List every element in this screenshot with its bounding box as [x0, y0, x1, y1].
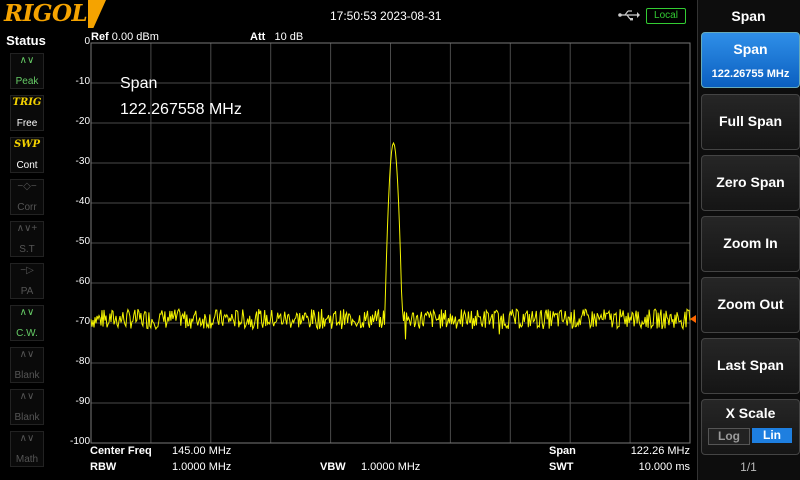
page-indicator: 1/1: [740, 460, 757, 474]
status-item-blank: ∧∨ Blank: [10, 347, 44, 383]
overlay-value: 122.267558 MHz: [120, 101, 242, 118]
y-tick-label: 0: [84, 36, 90, 47]
status-item-icon: −▷: [20, 265, 34, 276]
status-item-cw: ∧∨ C.W.: [10, 305, 44, 341]
zero-span-label: Zero Span: [716, 174, 785, 190]
vbw-label: VBW: [320, 461, 346, 473]
y-tick-label: -60: [75, 276, 90, 287]
status-item-label: Blank: [14, 370, 40, 381]
spectrum-plot[interactable]: [52, 30, 697, 480]
span-value: 122.26 MHz: [630, 445, 690, 457]
x-scale-lin-option[interactable]: Lin: [752, 428, 792, 443]
att-value: 10 dB: [274, 31, 304, 43]
y-tick-label: -70: [75, 316, 90, 327]
span-button[interactable]: Span 122.26755 MHz: [701, 32, 800, 88]
status-title: Status: [6, 33, 46, 48]
ref-label: Ref: [91, 31, 109, 43]
y-tick-label: -40: [75, 196, 90, 207]
zoom-in-button[interactable]: Zoom In: [701, 216, 800, 272]
span-button-label: Span: [733, 41, 768, 57]
zoom-out-button[interactable]: Zoom Out: [701, 277, 800, 333]
datetime: 17:50:53 2023-08-31: [330, 9, 442, 23]
status-item-icon: ∧∨: [19, 307, 35, 318]
status-item-icon: −◇−: [17, 181, 37, 192]
status-item-free: TRIG Free: [10, 95, 44, 131]
overlay-title: Span: [120, 75, 158, 92]
zoom-out-label: Zoom Out: [717, 296, 784, 312]
status-item-icon: TRIG: [12, 97, 42, 108]
status-item-icon: SWP: [14, 139, 40, 150]
status-item-icon: ∧∨: [19, 433, 35, 444]
y-tick-label: -30: [75, 156, 90, 167]
zero-span-button[interactable]: Zero Span: [701, 155, 800, 211]
status-item-blank: ∧∨ Blank: [10, 389, 44, 425]
trace-marker-icon: [690, 315, 696, 323]
status-item-label: Free: [16, 118, 38, 129]
x-scale-button[interactable]: X Scale Log Lin: [701, 399, 800, 455]
last-span-label: Last Span: [717, 357, 784, 373]
menu-title: Span: [731, 8, 766, 24]
center-freq-label: Center Freq: [90, 445, 152, 457]
zoom-in-label: Zoom In: [723, 235, 778, 251]
rbw-value: 1.0000 MHz: [172, 461, 232, 473]
usb-icon: [618, 10, 640, 21]
vbw-value: 1.0000 MHz: [361, 461, 421, 473]
status-item-icon: ∧∨: [19, 349, 35, 360]
att-label: Att: [250, 31, 266, 43]
status-item-peak: ∧∨ Peak: [10, 53, 44, 89]
local-badge: Local: [646, 8, 686, 24]
y-tick-label: -80: [75, 356, 90, 367]
rbw-label: RBW: [90, 461, 117, 473]
status-item-st: ∧∨+ S.T: [10, 221, 44, 257]
full-span-label: Full Span: [719, 113, 782, 129]
status-item-label: Peak: [15, 76, 39, 87]
y-tick-label: -50: [75, 236, 90, 247]
swt-value: 10.000 ms: [638, 461, 690, 473]
status-item-icon: ∧∨: [19, 55, 35, 66]
ref-value: 0.00 dBm: [111, 31, 159, 43]
status-item-label: Blank: [14, 412, 40, 423]
span-label: Span: [549, 445, 576, 457]
status-item-icon: ∧∨+: [16, 223, 38, 234]
y-tick-label: -20: [75, 116, 90, 127]
status-item-pa: −▷ PA: [10, 263, 44, 299]
status-item-icon: ∧∨: [19, 391, 35, 402]
full-span-button[interactable]: Full Span: [701, 94, 800, 150]
status-item-label: Math: [15, 454, 39, 465]
status-item-label: S.T: [19, 244, 35, 255]
span-button-value: 122.26755 MHz: [711, 68, 790, 80]
y-tick-label: -100: [69, 436, 90, 447]
status-item-label: Corr: [17, 202, 37, 213]
status-item-cont: SWP Cont: [10, 137, 44, 173]
status-item-math: ∧∨ Math: [10, 431, 44, 467]
attenuation: Att 10 dB: [250, 31, 303, 43]
status-item-label: C.W.: [16, 328, 38, 339]
status-item-label: Cont: [16, 160, 38, 171]
y-tick-label: -10: [75, 76, 90, 87]
last-span-button[interactable]: Last Span: [701, 338, 800, 394]
status-item-label: PA: [20, 286, 34, 297]
x-scale-log-option[interactable]: Log: [708, 428, 750, 445]
ref-level: Ref 0.00 dBm: [91, 31, 159, 43]
y-tick-label: -90: [75, 396, 90, 407]
center-freq-value: 145.00 MHz: [172, 445, 232, 457]
x-scale-label: X Scale: [725, 405, 776, 421]
swt-label: SWT: [549, 461, 574, 473]
brand-logo: RIGOL: [4, 0, 88, 27]
status-item-corr: −◇− Corr: [10, 179, 44, 215]
